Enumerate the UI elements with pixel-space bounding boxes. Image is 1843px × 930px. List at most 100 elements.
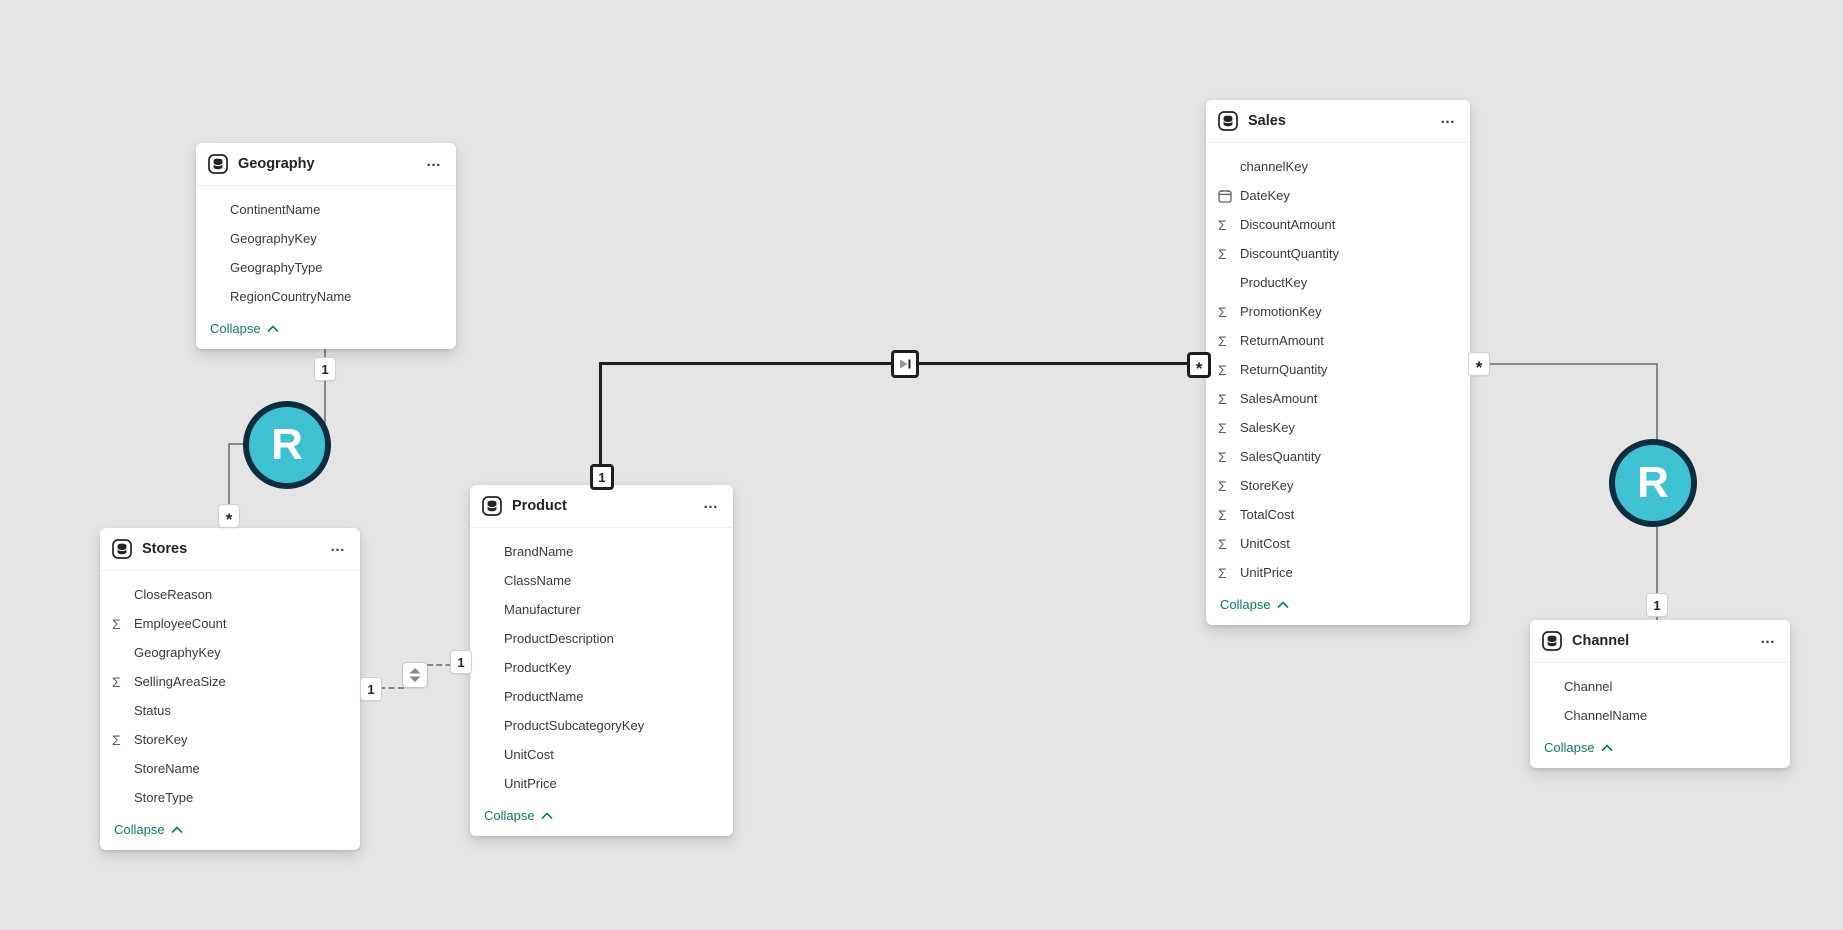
collapse-button[interactable]: Collapse [196, 311, 291, 349]
field-row-ReturnAmount[interactable]: ΣReturnAmount [1206, 326, 1470, 355]
field-row-UnitPrice[interactable]: ΣUnitPrice [1206, 558, 1470, 587]
cardinality-one-badge[interactable]: 1 [361, 678, 381, 700]
field-row-SalesAmount[interactable]: ΣSalesAmount [1206, 384, 1470, 413]
cardinality-one-badge[interactable]: 1 [315, 358, 335, 380]
field-row-ProductName[interactable]: ProductName [470, 682, 733, 711]
single-direction-filter-icon[interactable] [891, 350, 919, 378]
sigma-icon: Σ [1218, 305, 1240, 319]
field-row-Channel[interactable]: Channel [1530, 672, 1790, 701]
field-row-RegionCountryName[interactable]: RegionCountryName [196, 282, 456, 311]
table-icon [112, 539, 132, 559]
field-row-DateKey[interactable]: DateKey [1206, 181, 1470, 210]
field-label: UnitCost [504, 747, 554, 762]
field-row-StoreKey[interactable]: ΣStoreKey [1206, 471, 1470, 500]
sigma-icon: Σ [112, 675, 134, 689]
field-label: ProductDescription [504, 631, 614, 646]
field-list: ContinentName GeographyKey GeographyType Re… [196, 186, 456, 311]
more-options-button[interactable]: … [701, 493, 721, 514]
field-label: CloseReason [134, 587, 212, 602]
field-row-UnitCost[interactable]: UnitCost [470, 740, 733, 769]
collapse-label: Collapse [1544, 740, 1595, 755]
table-header[interactable]: Sales … [1206, 100, 1470, 143]
field-row-SalesKey[interactable]: ΣSalesKey [1206, 413, 1470, 442]
table-card-channel: Channel … ChannelChannelName Collapse [1530, 620, 1790, 768]
table-title: Channel [1572, 633, 1629, 649]
field-row-GeographyKey[interactable]: GeographyKey [100, 638, 360, 667]
field-row-ChannelName[interactable]: ChannelName [1530, 701, 1790, 730]
field-label: StoreKey [1240, 478, 1293, 493]
field-row-PromotionKey[interactable]: ΣPromotionKey [1206, 297, 1470, 326]
cardinality-one-badge[interactable]: 1 [1647, 594, 1667, 616]
field-row-channelKey[interactable]: channelKey [1206, 152, 1470, 181]
field-row-CloseReason[interactable]: CloseReason [100, 580, 360, 609]
cardinality-many-badge[interactable]: * [1187, 352, 1211, 378]
field-row-SalesQuantity[interactable]: ΣSalesQuantity [1206, 442, 1470, 471]
chevron-up-icon [1277, 601, 1289, 609]
more-options-button[interactable]: … [1438, 108, 1458, 129]
field-row-UnitCost[interactable]: ΣUnitCost [1206, 529, 1470, 558]
sigma-icon: Σ [1218, 247, 1240, 261]
field-row-ProductDescription[interactable]: ProductDescription [470, 624, 733, 653]
field-row-Status[interactable]: Status [100, 696, 360, 725]
field-row-GeographyType[interactable]: GeographyType [196, 253, 456, 282]
field-label: ReturnQuantity [1240, 362, 1327, 377]
more-options-button[interactable]: … [1758, 628, 1778, 649]
field-row-ProductKey[interactable]: ProductKey [1206, 268, 1470, 297]
field-label: BrandName [504, 544, 573, 559]
field-row-ContinentName[interactable]: ContinentName [196, 195, 456, 224]
table-header[interactable]: Product … [470, 485, 733, 528]
field-label: PromotionKey [1240, 304, 1322, 319]
sigma-icon: Σ [112, 733, 134, 747]
field-row-EmployeeCount[interactable]: ΣEmployeeCount [100, 609, 360, 638]
field-row-DiscountQuantity[interactable]: ΣDiscountQuantity [1206, 239, 1470, 268]
field-row-DiscountAmount[interactable]: ΣDiscountAmount [1206, 210, 1470, 239]
chevron-up-icon [171, 826, 183, 834]
field-row-UnitPrice[interactable]: UnitPrice [470, 769, 733, 798]
table-icon [1218, 111, 1238, 131]
sigma-icon: Σ [1218, 566, 1240, 580]
sigma-icon: Σ [1218, 508, 1240, 522]
field-row-GeographyKey[interactable]: GeographyKey [196, 224, 456, 253]
field-label: TotalCost [1240, 507, 1294, 522]
table-card-geography: Geography … ContinentName GeographyKey Geo… [196, 143, 456, 349]
field-row-StoreType[interactable]: StoreType [100, 783, 360, 812]
collapse-label: Collapse [210, 321, 261, 336]
field-label: GeographyKey [230, 231, 317, 246]
cardinality-one-badge[interactable]: 1 [590, 464, 614, 490]
chevron-up-icon [267, 325, 279, 333]
field-label: SellingAreaSize [134, 674, 226, 689]
field-row-Manufacturer[interactable]: Manufacturer [470, 595, 733, 624]
field-row-TotalCost[interactable]: ΣTotalCost [1206, 500, 1470, 529]
collapse-button[interactable]: Collapse [470, 798, 565, 836]
field-label: SalesQuantity [1240, 449, 1321, 464]
more-options-button[interactable]: … [424, 151, 444, 172]
field-row-ClassName[interactable]: ClassName [470, 566, 733, 595]
both-directions-filter-icon[interactable] [403, 663, 427, 687]
field-label: GeographyKey [134, 645, 221, 660]
more-options-button[interactable]: … [328, 536, 348, 557]
collapse-button[interactable]: Collapse [1530, 730, 1625, 768]
field-row-SellingAreaSize[interactable]: ΣSellingAreaSize [100, 667, 360, 696]
table-card-stores: Stores … CloseReason ΣEmployeeCount Geogra… [100, 528, 360, 850]
relationship-line[interactable] [1470, 363, 1658, 365]
field-row-ReturnQuantity[interactable]: ΣReturnQuantity [1206, 355, 1470, 384]
table-header[interactable]: Stores … [100, 528, 360, 571]
cardinality-many-badge[interactable]: * [1469, 353, 1489, 375]
table-title: Product [512, 498, 567, 514]
cardinality-many-badge[interactable]: * [219, 505, 239, 527]
collapse-button[interactable]: Collapse [100, 812, 195, 850]
table-header[interactable]: Geography … [196, 143, 456, 186]
field-row-StoreKey[interactable]: ΣStoreKey [100, 725, 360, 754]
table-header[interactable]: Channel … [1530, 620, 1790, 663]
field-label: StoreName [134, 761, 200, 776]
field-row-StoreName[interactable]: StoreName [100, 754, 360, 783]
cardinality-one-badge[interactable]: 1 [451, 651, 471, 673]
field-row-ProductSubcategoryKey[interactable]: ProductSubcategoryKey [470, 711, 733, 740]
chevron-up-icon [541, 812, 553, 820]
field-row-BrandName[interactable]: BrandName [470, 537, 733, 566]
sigma-icon: Σ [1218, 363, 1240, 377]
field-row-ProductKey[interactable]: ProductKey [470, 653, 733, 682]
field-label: RegionCountryName [230, 289, 351, 304]
field-label: UnitPrice [1240, 565, 1293, 580]
collapse-button[interactable]: Collapse [1206, 587, 1301, 625]
